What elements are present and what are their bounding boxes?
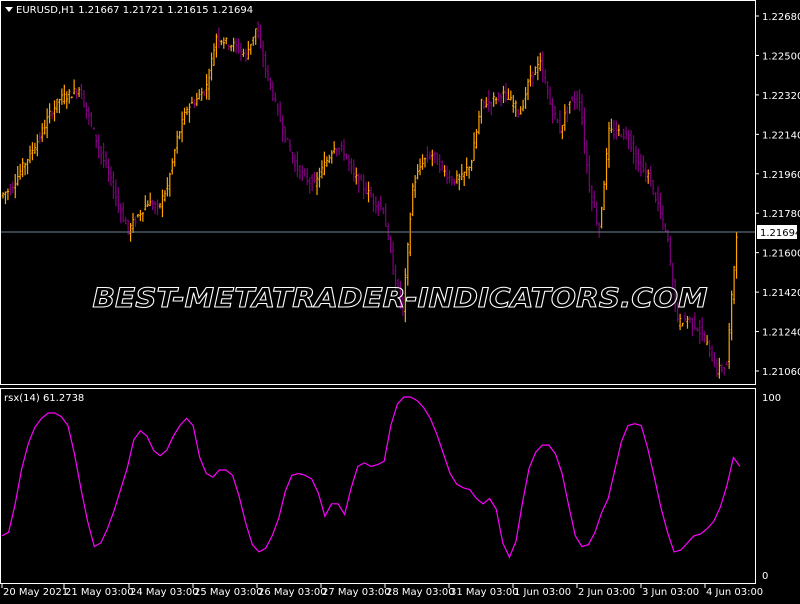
rsx-tick-label: 0 bbox=[762, 571, 768, 582]
time-tick-label: 21 May 03:00 bbox=[65, 587, 134, 598]
time-tick-label: 4 Jun 03:00 bbox=[706, 587, 763, 598]
price-tick-label: 1.21600 bbox=[762, 249, 800, 260]
price-tick-label: 1.21780 bbox=[762, 209, 800, 220]
rsx-axis: 100 0 bbox=[762, 393, 781, 582]
price-tick-label: 1.21960 bbox=[762, 170, 800, 181]
time-tick-label: 1 Jun 03:00 bbox=[514, 587, 571, 598]
watermark: BEST-METATRADER-INDICATORS.COM bbox=[93, 283, 708, 314]
price-tick-label: 1.22140 bbox=[762, 130, 800, 141]
rsx-line bbox=[1, 396, 741, 559]
price-tick-label: 1.21420 bbox=[762, 288, 800, 299]
price-axis: 1.22680 1.22500 1.22320 1.22140 1.21960 1.217… bbox=[755, 12, 800, 378]
time-tick-label: 24 May 03:00 bbox=[130, 587, 199, 598]
price-bars bbox=[1, 21, 738, 379]
symbol-header: EURUSD,H1 1.21667 1.21721 1.21615 1.2169… bbox=[16, 5, 253, 16]
price-tick-label: 1.22320 bbox=[762, 91, 800, 102]
time-tick-label: 3 Jun 03:00 bbox=[642, 587, 699, 598]
time-tick-label: 26 May 03:00 bbox=[258, 587, 327, 598]
time-tick-label: 31 May 03:00 bbox=[450, 587, 519, 598]
rsx-tick-label: 100 bbox=[762, 393, 781, 404]
time-axis: 20 May 202121 May 03:0024 May 03:0025 Ma… bbox=[1, 584, 763, 598]
time-tick-label: 20 May 2021 bbox=[3, 587, 68, 598]
price-tick-label: 1.22500 bbox=[762, 51, 800, 62]
price-tick-label: 1.21240 bbox=[762, 328, 800, 339]
price-tick-label: 1.22680 bbox=[762, 12, 800, 23]
time-tick-label: 27 May 03:00 bbox=[322, 587, 391, 598]
chart-menu-arrow-icon[interactable] bbox=[5, 7, 13, 12]
rsx-panel-frame bbox=[0, 388, 756, 584]
time-tick-label: 2 Jun 03:00 bbox=[578, 587, 635, 598]
current-price-label: 1.21694 bbox=[760, 228, 800, 239]
rsx-label: rsx(14) 61.2738 bbox=[4, 393, 84, 404]
chart-window[interactable]: EURUSD,H1 1.21667 1.21721 1.21615 1.2169… bbox=[0, 0, 800, 600]
time-tick-label: 25 May 03:00 bbox=[194, 587, 263, 598]
time-tick-label: 28 May 03:00 bbox=[386, 587, 455, 598]
price-tick-label: 1.21060 bbox=[762, 367, 800, 378]
